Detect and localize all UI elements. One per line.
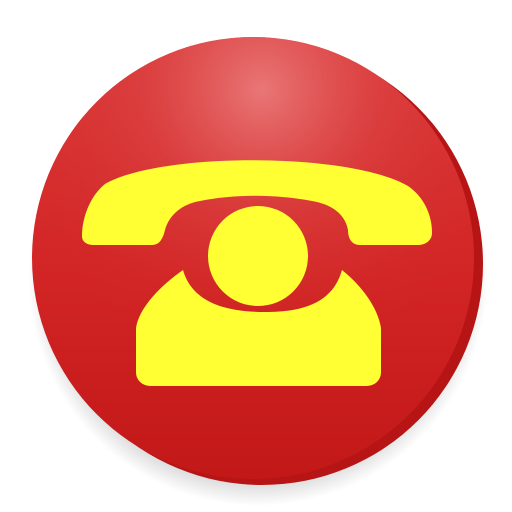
telephone-app-icon[interactable] — [0, 0, 512, 512]
rotary-dial — [208, 206, 308, 306]
